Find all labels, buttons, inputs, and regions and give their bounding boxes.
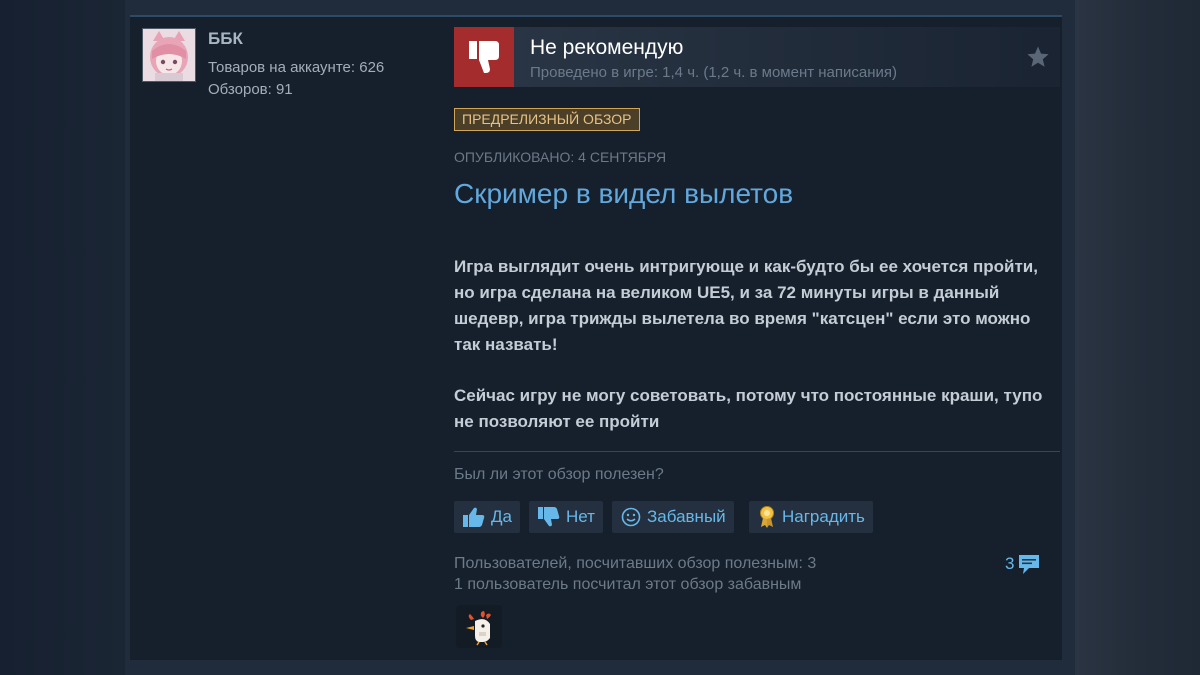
star-icon[interactable] <box>1026 45 1050 74</box>
review-paragraph: Игра выглядит очень интригующе и как-буд… <box>454 257 1038 354</box>
background-right <box>1075 0 1200 675</box>
thumbs-down-icon <box>469 41 499 73</box>
smiley-icon <box>621 507 641 527</box>
funny-stat: 1 пользователь посчитал этот обзор забав… <box>454 576 802 593</box>
comments-link[interactable]: 3 <box>1005 552 1041 576</box>
divider <box>454 451 1060 452</box>
comments-count: 3 <box>1005 554 1015 573</box>
verdict-title: Не рекомендую <box>530 36 684 59</box>
funny-button[interactable]: Забавный <box>612 501 734 533</box>
no-button[interactable]: Нет <box>529 501 603 533</box>
playtime: Проведено в игре: 1,4 ч. (1,2 ч. в момен… <box>530 64 898 81</box>
helpful-question: Был ли этот обзор полезен? <box>454 466 664 483</box>
speech-bubble-icon <box>1019 555 1040 574</box>
chicken-award-icon[interactable] <box>456 605 502 648</box>
verdict-header[interactable]: Не рекомендую Проведено в игре: 1,4 ч. (… <box>454 27 1060 87</box>
thumbs-down-icon <box>538 507 560 527</box>
early-access-badge: ПРЕДРЕЛИЗНЫЙ ОБЗОР <box>454 108 640 131</box>
award-label: Наградить <box>782 507 865 526</box>
helpful-stat: Пользователей, посчитавших обзор полезны… <box>454 555 817 572</box>
author-products-count[interactable]: Товаров на аккаунте: 626 <box>208 59 384 76</box>
author-reviews-count[interactable]: Обзоров: 91 <box>208 81 293 98</box>
review-paragraph: Сейчас игру не могу советовать, потому ч… <box>454 386 1043 431</box>
verdict-thumb-box <box>454 27 514 87</box>
background-left <box>0 0 125 675</box>
author-avatar[interactable] <box>142 28 196 82</box>
review-title[interactable]: Скример в видел вылетов <box>454 178 793 210</box>
award-button[interactable]: Наградить <box>749 501 873 533</box>
avatar-image <box>143 29 195 81</box>
funny-label: Забавный <box>647 507 726 526</box>
award-icon <box>760 506 774 528</box>
posted-date: ОПУБЛИКОВАНО: 4 СЕНТЯБРЯ <box>454 149 667 165</box>
thumbs-up-icon <box>463 507 485 527</box>
author-name[interactable]: ББК <box>208 29 243 49</box>
yes-button[interactable]: Да <box>454 501 520 533</box>
no-label: Нет <box>566 507 595 526</box>
yes-label: Да <box>491 507 512 526</box>
